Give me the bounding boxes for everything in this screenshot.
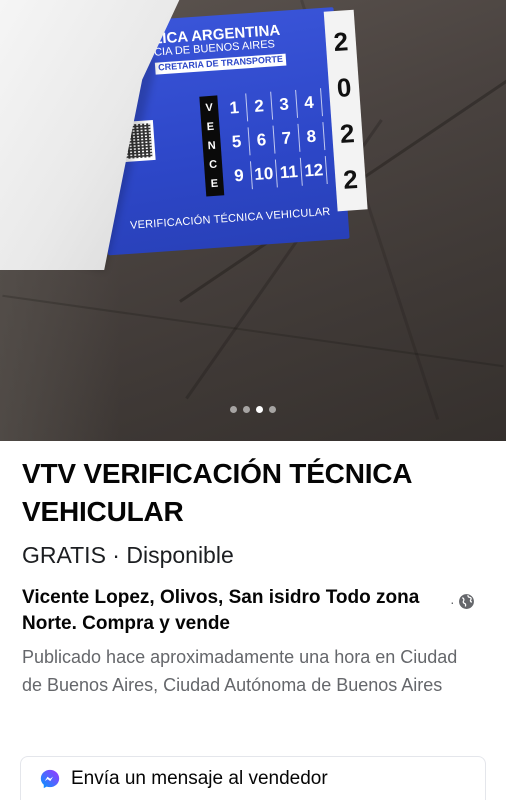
vence-letter: C: [208, 158, 218, 172]
sticker-header: LICA ARGENTINA CIA DE BUENOS AIRES CRETA…: [153, 20, 326, 76]
listing-info: VTV VERIFICACIÓN TÉCNICA VEHICULAR GRATI…: [22, 455, 490, 699]
vence-letter: E: [210, 177, 219, 191]
location-row: Vicente Lopez, Olivos, San isidro Todo z…: [22, 585, 490, 637]
vence-letter: V: [205, 101, 214, 114]
year-digit: 2: [332, 26, 350, 58]
carousel-dot[interactable]: [230, 406, 237, 413]
carousel-dot[interactable]: [269, 406, 276, 413]
listing-title: VTV VERIFICACIÓN TÉCNICA VEHICULAR: [22, 458, 412, 527]
sticker-footer: VERIFICACIÓN TÉCNICA VEHICULAR: [129, 205, 331, 232]
carousel-dot[interactable]: [256, 406, 263, 413]
listing-location: Vicente Lopez, Olivos, San isidro Todo z…: [22, 587, 420, 634]
message-seller-button[interactable]: Envía un mensaje al vendedor: [20, 756, 486, 800]
month-cell: 12: [300, 156, 328, 186]
carousel-dots: [0, 406, 506, 413]
month-cell: 3: [271, 89, 299, 120]
month-cell: 6: [248, 125, 276, 156]
published-info: Publicado hace aproximadamente una hora …: [22, 647, 458, 695]
year-digit: 2: [342, 163, 359, 195]
month-cell: 7: [273, 123, 301, 154]
month-cell: 4: [296, 88, 323, 118]
year-digit: 0: [335, 72, 353, 104]
month-cell: 9: [226, 161, 253, 191]
dot-separator-icon: ·: [450, 593, 455, 610]
listing-photo[interactable]: LICA ARGENTINA CIA DE BUENOS AIRES CRETA…: [0, 0, 506, 441]
vence-letter: E: [206, 120, 215, 134]
carousel-dot[interactable]: [243, 406, 250, 413]
month-cell: 5: [223, 127, 251, 158]
vence-label: V E N C E: [199, 95, 225, 197]
sticker-header-line3: CRETARIA DE TRANSPORTE: [154, 53, 287, 75]
visibility-indicator[interactable]: ·: [450, 593, 478, 610]
year-digit: 2: [338, 117, 356, 149]
month-cell: 8: [298, 122, 326, 152]
month-cell: 10: [250, 159, 278, 190]
messenger-icon: [40, 769, 60, 788]
vence-letter: N: [207, 139, 217, 153]
month-cell: 11: [275, 157, 303, 188]
month-cell: 1: [221, 93, 249, 124]
message-seller-label: Envía un mensaje al vendedor: [71, 767, 328, 789]
price-status: GRATIS · Disponible: [22, 542, 234, 568]
months-grid: 1 2 3 4 5 6 7 8 9 10 11 12: [221, 88, 328, 191]
month-cell: 2: [246, 91, 274, 122]
globe-icon: [458, 594, 474, 609]
